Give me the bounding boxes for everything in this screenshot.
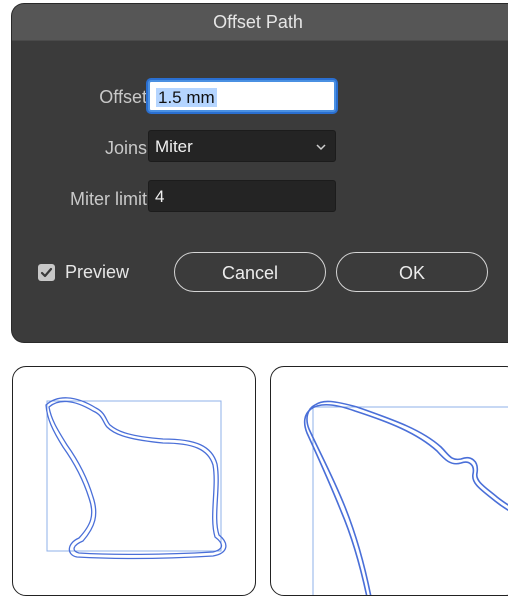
joins-value: Miter — [155, 137, 193, 156]
miter-limit-label: Miter limit: — [70, 189, 152, 209]
preview-checkbox-row[interactable]: Preview — [38, 262, 129, 283]
bear-outline-full — [45, 397, 227, 560]
cancel-button[interactable]: Cancel — [174, 252, 326, 292]
joins-select[interactable]: Miter — [148, 130, 336, 162]
offset-label: Offset: — [99, 87, 152, 107]
miter-limit-value: 4 — [155, 187, 165, 206]
bear-outline-zoomed — [303, 400, 508, 595]
offset-path-dialog: Offset Path Offset: 1.5 mm Joins: Miter … — [12, 4, 508, 342]
preview-panel-zoomed — [270, 366, 508, 596]
dialog-title: Offset Path — [12, 4, 508, 41]
preview-label: Preview — [65, 262, 130, 282]
checkmark-icon — [40, 267, 53, 278]
ok-button[interactable]: OK — [336, 252, 488, 292]
chevron-down-icon — [315, 131, 327, 175]
miter-limit-input[interactable]: 4 — [148, 180, 336, 212]
offset-input[interactable]: 1.5 mm — [148, 80, 336, 112]
joins-label: Joins: — [104, 138, 152, 158]
preview-panel-full — [12, 366, 256, 596]
preview-checkbox[interactable] — [38, 264, 55, 281]
offset-value: 1.5 mm — [156, 88, 217, 107]
